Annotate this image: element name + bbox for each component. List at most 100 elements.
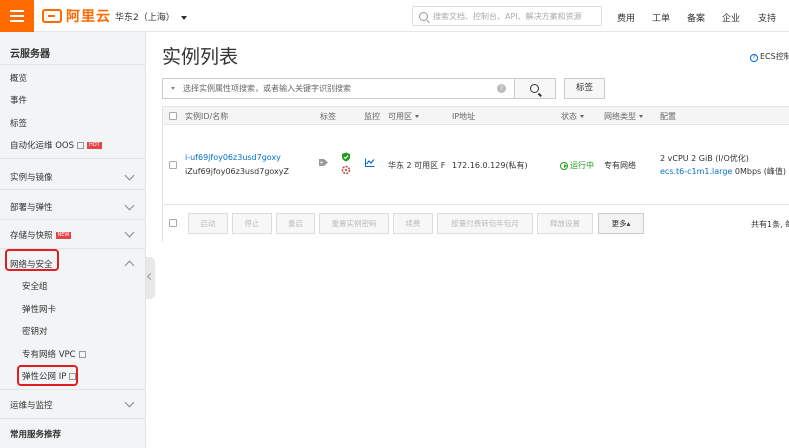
- search-icon: [530, 84, 539, 93]
- table-row: i-uf69jfoy06z3usd7goxy iZuf69jfoy06z3usd…: [163, 125, 789, 205]
- caret-down-icon: [171, 87, 175, 90]
- monitor-chart-icon[interactable]: [365, 158, 375, 167]
- global-search-input[interactable]: 搜索文档、控制台、API、解决方案和资源: [412, 6, 602, 26]
- hot-badge: HOT: [86, 142, 102, 149]
- tag-filter-button[interactable]: 标签: [564, 78, 605, 99]
- bandwidth-value: 0Mbps (峰值): [734, 167, 786, 176]
- convert-billing-button[interactable]: 按量付费转包年包月: [437, 213, 533, 234]
- col-header-status[interactable]: 状态: [561, 111, 584, 122]
- settings-icon[interactable]: [341, 165, 351, 175]
- region-selector[interactable]: 华东2（上海）: [115, 10, 187, 23]
- running-icon: [560, 161, 568, 170]
- status-label: 运行中: [570, 161, 594, 170]
- config-type-line: ecs.t6-c1m1.large 0Mbps (峰值): [660, 166, 786, 177]
- instance-search-input[interactable]: 选择实例属性项搜索，或者输入关键字识别搜索 ?: [162, 78, 515, 99]
- external-link-icon: [76, 142, 84, 149]
- help-icon[interactable]: ?: [497, 84, 506, 93]
- security-shield-icon[interactable]: [341, 152, 351, 162]
- sidebar-item-vpc-label: 专有网络 VPC: [22, 350, 76, 360]
- sidebar: 云服务器 概览 事件 标签 自动化运维 OOS HOT 实例与镜像 部署与弹性 存…: [0, 32, 146, 448]
- sidebar-item-vpc[interactable]: 专有网络 VPC: [22, 348, 86, 360]
- col-header-status-label: 状态: [561, 112, 577, 121]
- batch-action-bar: 启动 停止 重启 重置实例密码 续费 按量付费转包年包月 释放设置 更多▴ 共有…: [163, 205, 789, 243]
- instance-search-placeholder: 选择实例属性项搜索，或者输入关键字识别搜索: [183, 84, 351, 93]
- divider: [0, 389, 146, 390]
- restart-button[interactable]: 重启: [276, 213, 315, 234]
- select-all-checkbox-bottom[interactable]: [169, 219, 177, 227]
- config-spec: 2 vCPU 2 GiB (I/O优化): [660, 154, 749, 163]
- sidebar-item-overview[interactable]: 概览: [10, 72, 27, 84]
- sidebar-collapse-handle[interactable]: [146, 257, 155, 299]
- table-header: 实例ID/名称 标签 监控 可用区 IP地址 状态 网络类型 配置: [163, 107, 789, 125]
- status-running: 运行中: [560, 160, 594, 171]
- aliyun-logo[interactable]: 阿里云: [42, 7, 111, 25]
- sidebar-item-security-group[interactable]: 安全组: [22, 280, 48, 292]
- caret-down-icon: [580, 115, 584, 118]
- col-header-config: 配置: [660, 112, 676, 121]
- nav-icp[interactable]: 备案: [687, 11, 705, 24]
- sidebar-item-keypair[interactable]: 密钥对: [22, 325, 48, 337]
- tag-icon[interactable]: [318, 158, 329, 167]
- help-icon: ?: [750, 54, 758, 62]
- sidebar-group-deployment[interactable]: 部署与弹性: [10, 201, 53, 213]
- renew-button[interactable]: 续费: [393, 213, 433, 234]
- more-actions-button[interactable]: 更多▴: [598, 213, 644, 234]
- reset-password-button[interactable]: 重置实例密码: [319, 213, 389, 234]
- new-badge: NEW: [55, 232, 72, 239]
- page-title: 实例列表: [162, 46, 239, 68]
- nav-tickets[interactable]: 工单: [652, 11, 670, 24]
- col-header-zone[interactable]: 可用区: [388, 111, 419, 122]
- nav-enterprise[interactable]: 企业: [722, 11, 740, 24]
- chevron-up-icon[interactable]: [124, 260, 135, 271]
- external-link-icon: [78, 351, 86, 358]
- divider: [0, 418, 146, 419]
- sidebar-group-storage-label: 存储与快照: [10, 231, 53, 241]
- chevron-down-icon[interactable]: [124, 397, 135, 408]
- top-bar: 阿里云 华东2（上海） 搜索文档、控制台、API、解决方案和资源 费用 工单 备…: [0, 0, 789, 32]
- ecs-console-link-label: ECS控制: [760, 52, 789, 61]
- chevron-down-icon[interactable]: [124, 170, 135, 181]
- menu-icon[interactable]: [0, 0, 34, 32]
- pagination-total: 共有1条, 每: [751, 220, 789, 229]
- highlight-box: [17, 365, 78, 386]
- sidebar-group-instances[interactable]: 实例与镜像: [10, 171, 53, 183]
- divider: [0, 189, 146, 190]
- instance-name: iZuf69jfoy06z3usd7goxyZ: [185, 167, 289, 176]
- logo-text: 阿里云: [66, 9, 111, 25]
- divider: [0, 219, 146, 220]
- divider: [0, 64, 146, 65]
- sidebar-item-eni[interactable]: 弹性网卡: [22, 303, 56, 315]
- instance-type-link[interactable]: ecs.t6-c1m1.large: [660, 167, 732, 176]
- row-checkbox[interactable]: [169, 161, 177, 169]
- nav-support[interactable]: 支持: [758, 11, 776, 24]
- release-settings-button[interactable]: 释放设置: [537, 213, 593, 234]
- chevron-down-icon[interactable]: [124, 227, 135, 238]
- divider: [0, 158, 146, 159]
- chevron-down-icon[interactable]: [124, 200, 135, 211]
- start-button[interactable]: 启动: [188, 213, 228, 234]
- caret-down-icon: [415, 115, 419, 118]
- sidebar-item-oos[interactable]: 自动化运维 OOS HOT: [10, 139, 102, 151]
- caret-down-icon: [639, 115, 643, 118]
- network-type-value: 专有网络: [604, 161, 636, 170]
- stop-button[interactable]: 停止: [232, 213, 272, 234]
- col-header-tag: 标签: [320, 112, 336, 121]
- sidebar-group-storage[interactable]: 存储与快照 NEW: [10, 229, 72, 241]
- sidebar-item-events[interactable]: 事件: [10, 94, 27, 106]
- region-label: 华东2（上海）: [115, 13, 175, 23]
- sidebar-group-ops[interactable]: 运维与监控: [10, 399, 53, 411]
- search-button[interactable]: [515, 78, 556, 99]
- search-icon: [419, 11, 428, 21]
- ecs-console-link[interactable]: ? ECS控制: [750, 51, 789, 62]
- col-header-network[interactable]: 网络类型: [604, 111, 643, 122]
- sidebar-group-recommended[interactable]: 常用服务推荐: [10, 428, 61, 440]
- sidebar-title: 云服务器: [10, 49, 50, 60]
- col-header-monitor: 监控: [364, 112, 380, 121]
- select-all-checkbox[interactable]: [169, 112, 177, 120]
- sidebar-item-tags[interactable]: 标签: [10, 117, 27, 129]
- col-header-ip: IP地址: [452, 112, 476, 121]
- nav-billing[interactable]: 费用: [617, 11, 635, 24]
- aliyun-logo-icon: [42, 9, 62, 23]
- col-header-zone-label: 可用区: [388, 112, 412, 121]
- instance-id-link[interactable]: i-uf69jfoy06z3usd7goxy: [185, 153, 281, 162]
